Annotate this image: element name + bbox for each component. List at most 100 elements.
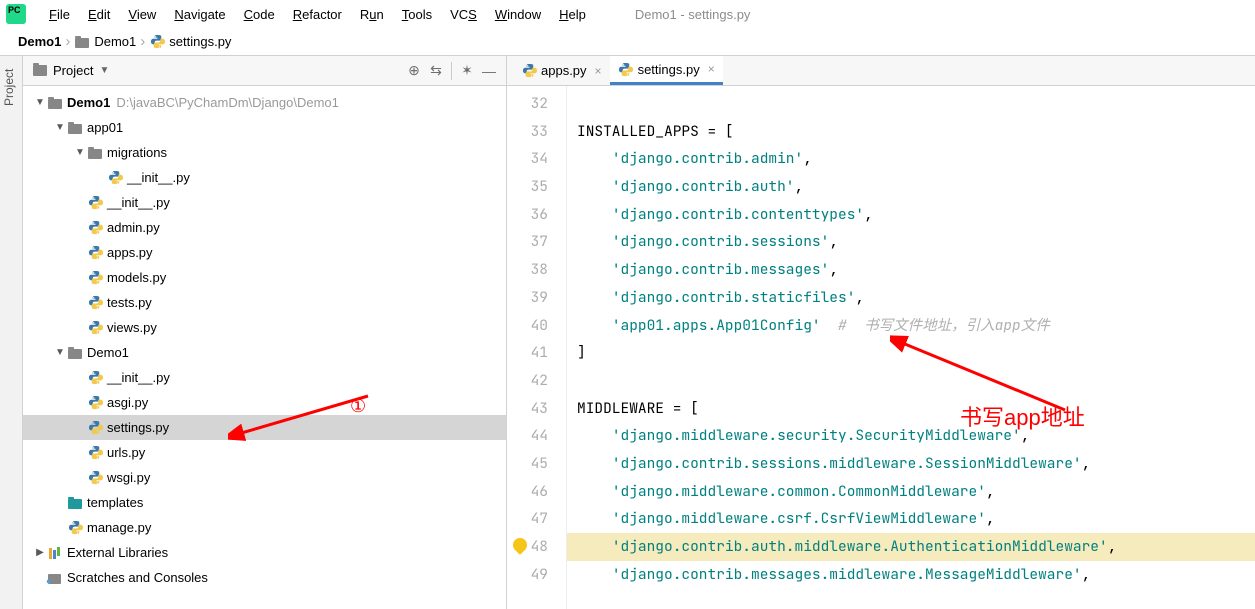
tree-file[interactable]: views.py bbox=[23, 315, 506, 340]
folder-icon bbox=[87, 145, 103, 161]
code-line[interactable]: INSTALLED_APPS = [ bbox=[567, 118, 1255, 146]
python-file-icon bbox=[87, 270, 103, 286]
expand-all-icon[interactable]: ⇆ bbox=[425, 60, 447, 82]
tree-file[interactable]: apps.py bbox=[23, 240, 506, 265]
locate-icon[interactable]: ⊕ bbox=[403, 60, 425, 82]
python-file-icon bbox=[87, 470, 103, 486]
tab-apps[interactable]: apps.py × bbox=[513, 56, 610, 85]
tab-label: settings.py bbox=[638, 62, 700, 77]
code-line[interactable]: 'django.contrib.contenttypes', bbox=[567, 201, 1255, 229]
crumb-file[interactable]: settings.py bbox=[149, 34, 231, 50]
code-content[interactable]: INSTALLED_APPS = [ 'django.contrib.admin… bbox=[567, 86, 1255, 609]
tree-external-libraries[interactable]: External Libraries bbox=[23, 540, 506, 565]
folder-icon bbox=[67, 345, 83, 361]
tree-file[interactable]: urls.py bbox=[23, 440, 506, 465]
tree-label: manage.py bbox=[87, 520, 151, 535]
python-file-icon bbox=[87, 320, 103, 336]
python-file-icon bbox=[87, 220, 103, 236]
menu-view[interactable]: View bbox=[119, 7, 165, 22]
tree-file[interactable]: admin.py bbox=[23, 215, 506, 240]
tree-folder-migrations[interactable]: migrations bbox=[23, 140, 506, 165]
project-toolwindow-button[interactable]: Project bbox=[2, 69, 16, 106]
project-view-title[interactable]: Project bbox=[53, 63, 93, 78]
tree-file[interactable]: wsgi.py bbox=[23, 465, 506, 490]
code-editor[interactable]: 323334353637383940414243444546474849 INS… bbox=[507, 86, 1255, 609]
close-icon[interactable]: × bbox=[708, 62, 715, 76]
tree-arrow-icon[interactable] bbox=[73, 147, 87, 158]
menu-edit[interactable]: Edit bbox=[79, 7, 119, 22]
hide-icon[interactable]: — bbox=[478, 60, 500, 82]
python-file-icon bbox=[618, 61, 634, 77]
code-line[interactable]: 'django.contrib.admin', bbox=[567, 145, 1255, 173]
python-file-icon bbox=[87, 420, 103, 436]
tree-label: models.py bbox=[107, 270, 166, 285]
menu-refactor[interactable]: Refactor bbox=[284, 7, 351, 22]
menu-file[interactable]: File bbox=[40, 7, 79, 22]
pycharm-logo bbox=[6, 4, 26, 24]
tree-arrow-icon[interactable] bbox=[33, 547, 47, 558]
code-line[interactable]: 'django.contrib.auth', bbox=[567, 173, 1255, 201]
tree-file[interactable]: manage.py bbox=[23, 515, 506, 540]
tree-label: __init__.py bbox=[107, 370, 170, 385]
code-line[interactable]: 'django.contrib.auth.middleware.Authenti… bbox=[567, 533, 1255, 561]
tree-file[interactable]: tests.py bbox=[23, 290, 506, 315]
code-line[interactable] bbox=[567, 367, 1255, 395]
menu-tools[interactable]: Tools bbox=[393, 7, 441, 22]
close-icon[interactable]: × bbox=[595, 64, 602, 78]
code-line[interactable]: 'django.contrib.messages', bbox=[567, 256, 1255, 284]
tree-label: External Libraries bbox=[67, 545, 168, 560]
tree-arrow-icon[interactable] bbox=[53, 347, 67, 358]
tree-file[interactable]: __init__.py bbox=[23, 190, 506, 215]
folder-icon bbox=[74, 34, 90, 50]
tree-folder-templates[interactable]: templates bbox=[23, 490, 506, 515]
tree-label: Demo1 bbox=[67, 95, 110, 110]
code-line[interactable]: 'django.middleware.csrf.CsrfViewMiddlewa… bbox=[567, 505, 1255, 533]
code-line[interactable]: ] bbox=[567, 339, 1255, 367]
tree-arrow-icon[interactable] bbox=[33, 97, 47, 108]
project-panel-header: Project ▼ ⊕ ⇆ ✶ — bbox=[23, 56, 506, 86]
folder-icon bbox=[47, 95, 63, 111]
menu-vcs[interactable]: VCS bbox=[441, 7, 486, 22]
tab-settings[interactable]: settings.py × bbox=[610, 56, 723, 85]
menu-window[interactable]: Window bbox=[486, 7, 550, 22]
tree-file[interactable]: __init__.py bbox=[23, 365, 506, 390]
tree-folder-app01[interactable]: app01 bbox=[23, 115, 506, 140]
tree-file[interactable]: models.py bbox=[23, 265, 506, 290]
code-line[interactable]: 'django.middleware.security.SecurityMidd… bbox=[567, 422, 1255, 450]
crumb-root[interactable]: Demo1 bbox=[18, 34, 61, 49]
crumb-folder[interactable]: Demo1 bbox=[74, 34, 136, 50]
tree-label: migrations bbox=[107, 145, 167, 160]
tree-arrow-icon[interactable] bbox=[53, 122, 67, 133]
tree-label: urls.py bbox=[107, 445, 145, 460]
chevron-right-icon: › bbox=[140, 33, 145, 50]
menu-navigate[interactable]: Navigate bbox=[165, 7, 234, 22]
menu-run[interactable]: Run bbox=[351, 7, 393, 22]
code-line[interactable]: 'django.contrib.messages.middleware.Mess… bbox=[567, 561, 1255, 589]
code-line[interactable]: 'django.contrib.staticfiles', bbox=[567, 284, 1255, 312]
tree-file[interactable]: asgi.py bbox=[23, 390, 506, 415]
code-line[interactable]: 'django.middleware.common.CommonMiddlewa… bbox=[567, 478, 1255, 506]
chevron-down-icon[interactable]: ▼ bbox=[99, 65, 109, 76]
code-line[interactable]: 'django.contrib.sessions.middleware.Sess… bbox=[567, 450, 1255, 478]
gear-icon[interactable]: ✶ bbox=[456, 60, 478, 82]
tree-label: asgi.py bbox=[107, 395, 148, 410]
menu-help[interactable]: Help bbox=[550, 7, 595, 22]
tree-file[interactable]: settings.py bbox=[23, 415, 506, 440]
libraries-icon bbox=[47, 545, 63, 561]
tree-folder-demo1[interactable]: Demo1 bbox=[23, 340, 506, 365]
project-tree[interactable]: Demo1D:\javaBC\PyChamDm\Django\Demo1app0… bbox=[23, 86, 506, 609]
tree-label: __init__.py bbox=[107, 195, 170, 210]
python-file-icon bbox=[107, 170, 123, 186]
python-file-icon bbox=[87, 395, 103, 411]
code-line[interactable]: 'django.contrib.sessions', bbox=[567, 228, 1255, 256]
tree-label: __init__.py bbox=[127, 170, 190, 185]
tree-scratches[interactable]: Scratches and Consoles bbox=[23, 565, 506, 590]
code-line[interactable]: MIDDLEWARE = [ bbox=[567, 395, 1255, 423]
code-line[interactable]: 'app01.apps.App01Config' # 书写文件地址，引入app文… bbox=[567, 312, 1255, 340]
menu-code[interactable]: Code bbox=[235, 7, 284, 22]
tree-root[interactable]: Demo1D:\javaBC\PyChamDm\Django\Demo1 bbox=[23, 90, 506, 115]
tree-file[interactable]: __init__.py bbox=[23, 165, 506, 190]
python-file-icon bbox=[521, 63, 537, 79]
code-line[interactable] bbox=[567, 90, 1255, 118]
left-toolwindow-bar: Project bbox=[0, 56, 23, 609]
